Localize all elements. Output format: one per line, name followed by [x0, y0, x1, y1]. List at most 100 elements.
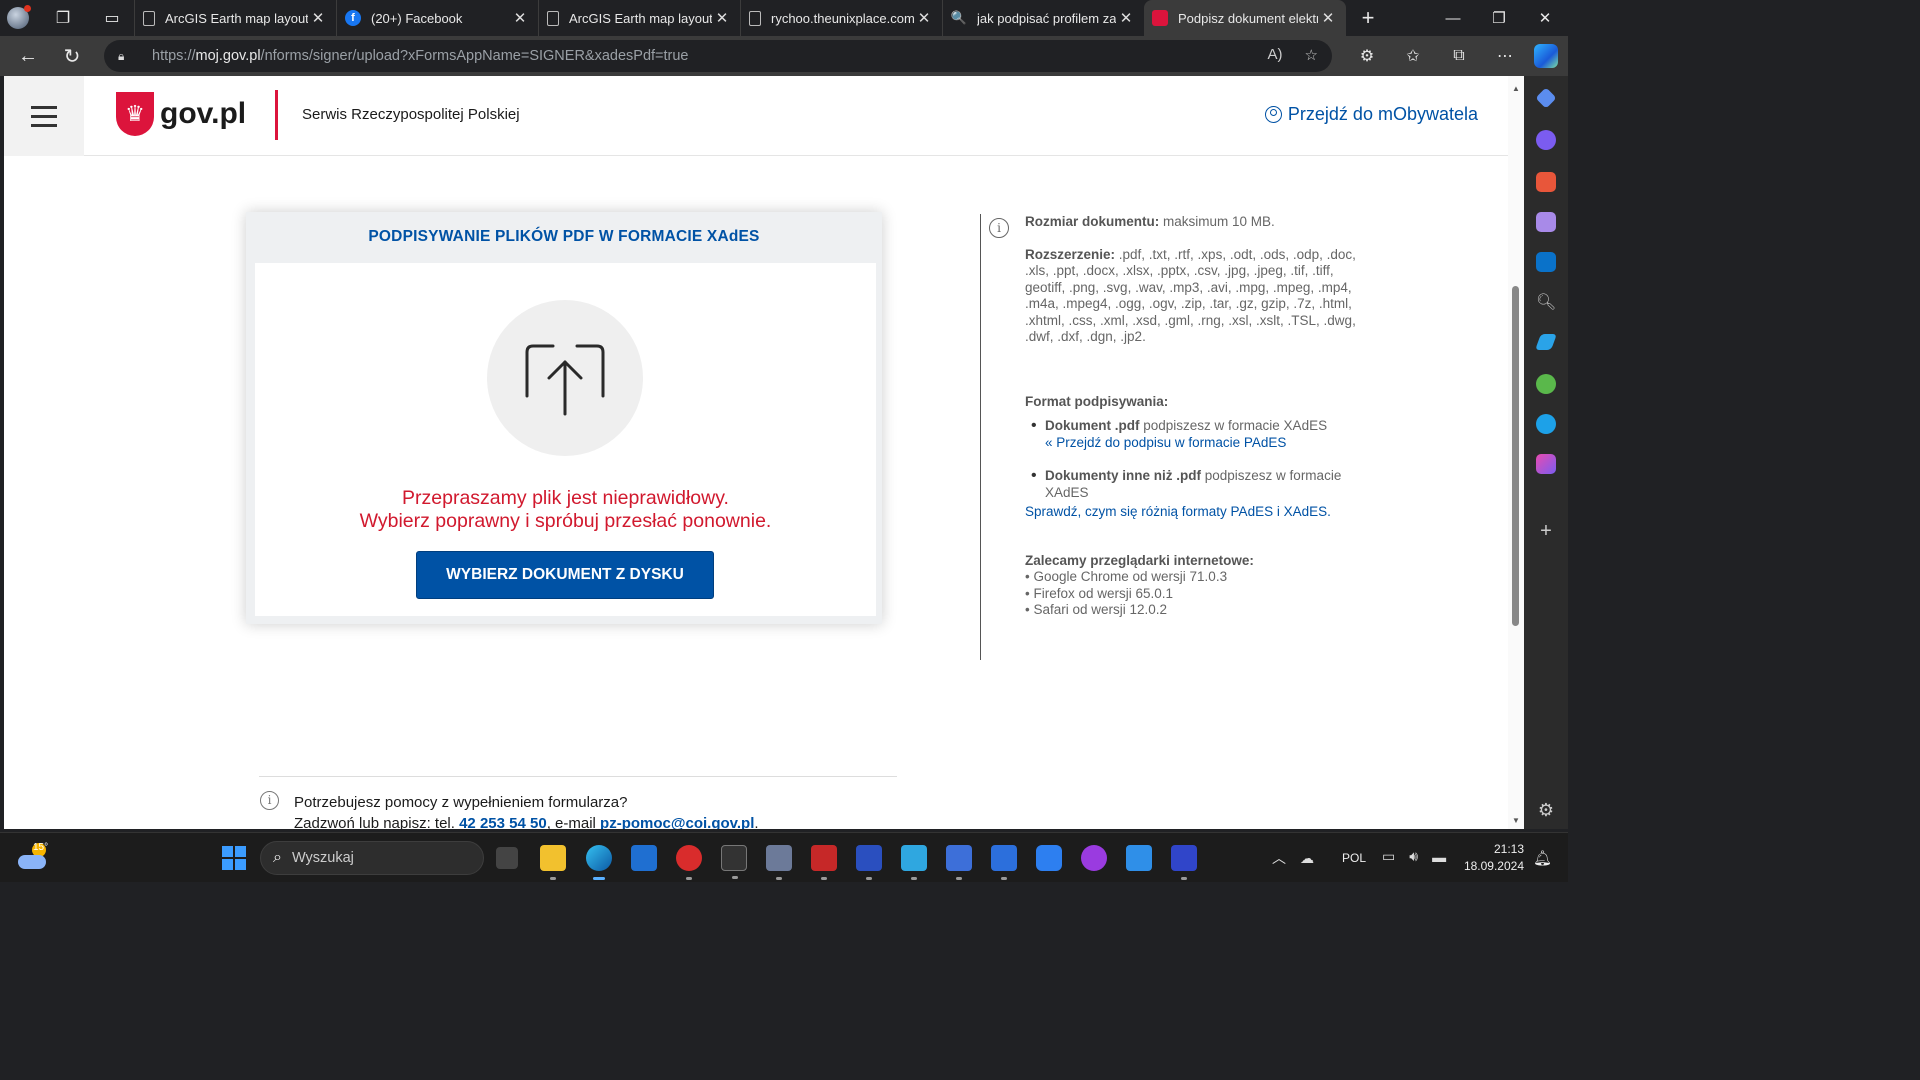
- briefcase-icon[interactable]: [1536, 172, 1556, 192]
- app-purple-icon[interactable]: [1081, 845, 1107, 871]
- email-link[interactable]: pz-pomoc@coi.gov.pl: [600, 815, 754, 829]
- search-icon: ⌕: [273, 849, 282, 866]
- outlook-icon[interactable]: [1536, 252, 1556, 272]
- lock-icon[interactable]: 🔒︎: [118, 49, 132, 63]
- pdf-app-icon[interactable]: [811, 845, 837, 880]
- close-tab-icon[interactable]: ✕: [914, 9, 934, 27]
- tree-icon[interactable]: [1536, 374, 1556, 394]
- notification-bell-icon[interactable]: 🔔︎: [1533, 849, 1552, 867]
- browser-item: • Firefox od wersji 65.0.1: [1025, 585, 1174, 601]
- notepad-icon[interactable]: [901, 845, 927, 880]
- search-icon[interactable]: 🔍︎: [1536, 292, 1556, 312]
- phone-link[interactable]: 42 253 54 50: [459, 815, 547, 829]
- edge-icon[interactable]: [586, 845, 612, 880]
- address-bar[interactable]: 🔒︎ https://moj.gov.pl/nforms/signer/uplo…: [104, 40, 1332, 72]
- save-app-icon[interactable]: [856, 845, 882, 880]
- network-icon[interactable]: ☁: [1300, 850, 1314, 867]
- app-red-icon[interactable]: [676, 845, 702, 880]
- url-text: https://moj.gov.pl/nforms/signer/upload?…: [152, 48, 689, 64]
- chevron-up-icon[interactable]: ︿: [1272, 848, 1286, 868]
- tab-search[interactable]: 🔍 jak podpisać profilem zau ✕: [942, 0, 1144, 36]
- gov-logo[interactable]: ♛ gov.pl: [116, 92, 246, 136]
- task-view-icon[interactable]: [496, 847, 518, 869]
- save-app-2-icon[interactable]: [1171, 845, 1197, 880]
- store-icon[interactable]: [631, 845, 657, 871]
- tab-rychoo[interactable]: rychoo.theunixplace.com/✕: [740, 0, 942, 36]
- games-icon[interactable]: [1536, 212, 1556, 232]
- terminal-icon[interactable]: [721, 845, 747, 879]
- send-icon[interactable]: [1535, 334, 1557, 350]
- favorite-star-icon[interactable]: ☆: [1305, 46, 1318, 64]
- tab-arcgis-2[interactable]: ArcGIS Earth map layout ✕: [538, 0, 740, 36]
- display-icon[interactable]: ▭: [1382, 848, 1395, 865]
- mobywatel-link[interactable]: Przejdź do mObywatela: [1264, 104, 1478, 125]
- tab-arcgis-1[interactable]: ArcGIS Earth map layout ✕: [134, 0, 336, 36]
- workspaces-icon[interactable]: ❐: [36, 0, 90, 36]
- close-tab-icon[interactable]: ✕: [712, 9, 732, 27]
- upload-icon[interactable]: [487, 300, 643, 456]
- file-explorer-icon[interactable]: [540, 845, 566, 880]
- copilot-icon[interactable]: [1534, 44, 1558, 68]
- tab-podpisz[interactable]: Podpisz dokument elektro ✕: [1144, 0, 1346, 36]
- minimize-icon[interactable]: —: [1430, 0, 1476, 36]
- volume-icon[interactable]: 🔊︎: [1409, 848, 1418, 865]
- new-tab-button[interactable]: +: [1346, 5, 1390, 31]
- window-controls: — ❐ ✕: [1430, 0, 1568, 36]
- refresh-button[interactable]: ↻: [50, 36, 94, 76]
- profile-avatar[interactable]: [0, 0, 36, 36]
- close-tab-icon[interactable]: ✕: [1116, 9, 1136, 27]
- language-indicator[interactable]: POL: [1342, 851, 1366, 865]
- upload-area[interactable]: Przepraszamy plik jest nieprawidłowy. Wy…: [255, 263, 876, 616]
- gov-eagle-icon: [1152, 10, 1168, 26]
- help-contact: Zadzwoń lub napisz: tel. 42 253 54 50, e…: [294, 815, 759, 829]
- virtualbox-icon[interactable]: [766, 845, 792, 880]
- close-tab-icon[interactable]: ✕: [308, 9, 328, 27]
- collections-icon[interactable]: ⧉: [1436, 47, 1482, 65]
- browser-item: • Google Chrome od wersji 71.0.3: [1025, 569, 1228, 584]
- user-icon: [1264, 106, 1282, 123]
- format-label: Format podpisywania:: [1025, 393, 1169, 409]
- read-aloud-icon[interactable]: A): [1268, 46, 1283, 64]
- formats-difference-link[interactable]: Sprawdź, czym się różnią formaty PAdES i…: [1025, 504, 1360, 521]
- pades-link[interactable]: « Przejdź do podpisu w formacie PAdES: [1045, 435, 1360, 452]
- arcgis-icon[interactable]: [991, 845, 1017, 880]
- favorites-icon[interactable]: ✩: [1390, 46, 1436, 66]
- back-button[interactable]: ←: [6, 36, 50, 76]
- photos-icon[interactable]: [1126, 845, 1152, 871]
- eagle-icon: ♛: [116, 92, 154, 136]
- scrollbar-thumb[interactable]: [1512, 286, 1519, 626]
- sidebar-settings-icon[interactable]: ⚙: [1536, 800, 1556, 821]
- close-window-icon[interactable]: ✕: [1522, 0, 1568, 36]
- temperature: 15°: [33, 842, 49, 853]
- help-question: Potrzebujesz pomocy z wypełnieniem formu…: [294, 794, 628, 811]
- facebook-icon: f: [345, 10, 361, 26]
- tag-icon[interactable]: [1535, 87, 1557, 109]
- divider: [259, 776, 897, 777]
- more-menu-icon[interactable]: ⋯: [1482, 46, 1528, 66]
- tab-facebook[interactable]: f (20+) Facebook ✕: [336, 0, 538, 36]
- document-icon: [749, 10, 761, 26]
- network-app-icon[interactable]: [946, 845, 972, 880]
- maximize-icon[interactable]: ❐: [1476, 0, 1522, 36]
- scroll-down-icon[interactable]: ▼: [1511, 816, 1521, 825]
- copilot-app-icon[interactable]: [1536, 130, 1556, 150]
- battery-icon[interactable]: ▬: [1432, 849, 1446, 865]
- vertical-tabs-icon[interactable]: ▭: [90, 0, 134, 36]
- close-tab-icon[interactable]: ✕: [510, 9, 530, 27]
- taskbar-search[interactable]: ⌕ Wyszukaj: [260, 841, 484, 875]
- search-icon: 🔍: [950, 10, 968, 25]
- skype-icon[interactable]: [1536, 414, 1556, 434]
- close-tab-icon[interactable]: ✕: [1318, 9, 1338, 27]
- tab-strip: ❐ ▭ ArcGIS Earth map layout ✕ f (20+) Face…: [0, 0, 1568, 36]
- hamburger-menu-icon[interactable]: [4, 76, 84, 156]
- scroll-up-icon[interactable]: ▲: [1511, 84, 1521, 93]
- choose-document-button[interactable]: WYBIERZ DOKUMENT Z DYSKU: [416, 551, 714, 599]
- designer-icon[interactable]: [1536, 454, 1556, 474]
- app-blue-icon[interactable]: [1036, 845, 1062, 871]
- extensions-icon[interactable]: ⚙: [1344, 46, 1390, 66]
- info-icon: i: [260, 791, 279, 810]
- start-button[interactable]: [222, 846, 246, 870]
- add-app-icon[interactable]: +: [1536, 520, 1556, 543]
- clock[interactable]: 21:13 18.09.2024: [1462, 841, 1524, 875]
- page-scrollbar[interactable]: ▲ ▼: [1508, 76, 1524, 829]
